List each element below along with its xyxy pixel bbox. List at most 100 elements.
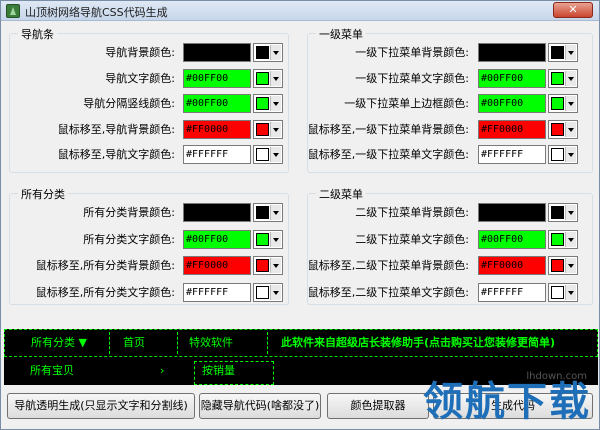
chevron-down-icon[interactable]	[270, 232, 281, 247]
generate-transparent-button[interactable]: 导航透明生成(只显示文字和分割线)	[7, 393, 195, 419]
chevron-down-icon[interactable]	[565, 205, 576, 220]
nav-separator	[177, 332, 178, 354]
all-color-field[interactable]: #00FF00	[183, 230, 251, 249]
menu1-row-label: 一级下拉菜单背景颜色:	[355, 46, 469, 59]
color-swatch	[551, 72, 564, 85]
color-swatch	[256, 259, 269, 272]
color-swatch	[551, 123, 564, 136]
chevron-down-icon[interactable]	[565, 285, 576, 300]
nav-row-label: 导航文字颜色:	[105, 72, 175, 85]
nav-color-field[interactable]: #00FF00	[183, 69, 251, 88]
chevron-down-icon[interactable]	[565, 71, 576, 86]
menu2-color-picker[interactable]	[548, 283, 578, 302]
nav-row-label: 导航分隔竖线颜色:	[83, 97, 175, 110]
color-picker-button[interactable]: 颜色提取器	[327, 393, 429, 419]
chevron-down-icon[interactable]	[270, 205, 281, 220]
chevron-down-icon[interactable]	[565, 232, 576, 247]
chevron-down-icon[interactable]	[270, 258, 281, 273]
color-swatch	[551, 206, 564, 219]
menu2-color-field[interactable]: #FF0000	[478, 256, 546, 275]
menu1-row-label: 鼠标移至,一级下拉菜单背景颜色:	[307, 123, 469, 136]
color-swatch	[256, 233, 269, 246]
color-swatch	[256, 148, 269, 161]
menu1-color-picker[interactable]	[548, 145, 578, 164]
submenu-item-by-sales[interactable]: 按销量	[202, 357, 235, 385]
menu1-color-picker[interactable]	[548, 43, 578, 62]
nav-item-all-categories[interactable]: 所有分类 ▼	[31, 330, 87, 356]
preview-navbar: 所有分类 ▼ 首页 特效软件 此软件来自超级店长装修助手(点击购买让您装修更简单…	[4, 329, 598, 357]
nav-color-field[interactable]: #FF0000	[183, 120, 251, 139]
window-title: 山顶树网络导航CSS代码生成	[25, 6, 168, 19]
all-row-label: 鼠标移至,所有分类背景颜色:	[35, 259, 175, 272]
all-color-picker[interactable]	[253, 230, 283, 249]
nav-color-field[interactable]	[183, 43, 251, 62]
all-color-field[interactable]	[183, 203, 251, 222]
nav-color-picker[interactable]	[253, 145, 283, 164]
chevron-down-icon[interactable]	[565, 45, 576, 60]
all-row-label: 鼠标移至,所有分类文字颜色:	[35, 286, 175, 299]
all-color-field[interactable]: #FFFFFF	[183, 283, 251, 302]
chevron-down-icon[interactable]	[565, 96, 576, 111]
menu2-color-picker[interactable]	[548, 230, 578, 249]
nav-row-label: 鼠标移至,导航背景颜色:	[57, 123, 175, 136]
group-nav-title: 导航条	[18, 26, 57, 42]
menu1-color-picker[interactable]	[548, 69, 578, 88]
nav-color-picker[interactable]	[253, 120, 283, 139]
nav-color-picker[interactable]	[253, 43, 283, 62]
nav-row-label: 鼠标移至,导航文字颜色:	[57, 148, 175, 161]
group-menu2-title: 二级菜单	[316, 186, 366, 202]
chevron-down-icon[interactable]	[270, 96, 281, 111]
all-row-label: 所有分类文字颜色:	[83, 233, 175, 246]
chevron-down-icon[interactable]	[565, 147, 576, 162]
all-color-picker[interactable]	[253, 283, 283, 302]
group-menu1-title: 一级菜单	[316, 26, 366, 42]
chevron-down-icon[interactable]	[270, 285, 281, 300]
chevron-down-icon[interactable]	[565, 122, 576, 137]
all-color-picker[interactable]	[253, 256, 283, 275]
nav-color-picker[interactable]	[253, 94, 283, 113]
menu1-color-picker[interactable]	[548, 120, 578, 139]
menu2-color-field[interactable]: #FFFFFF	[478, 283, 546, 302]
title-bar: 山顶树网络导航CSS代码生成 ✕	[1, 1, 599, 21]
chevron-down-icon[interactable]	[565, 258, 576, 273]
menu1-color-field[interactable]: #FFFFFF	[478, 145, 546, 164]
menu1-color-picker[interactable]	[548, 94, 578, 113]
nav-item-effects[interactable]: 特效软件	[189, 330, 233, 356]
all-color-picker[interactable]	[253, 203, 283, 222]
nav-row-label: 导航背景颜色:	[105, 46, 175, 59]
menu2-color-picker[interactable]	[548, 256, 578, 275]
submenu-item-all-products[interactable]: 所有宝贝	[30, 357, 74, 385]
menu1-row-label: 一级下拉菜单文字颜色:	[355, 72, 469, 85]
close-button[interactable]: ✕	[553, 2, 593, 18]
menu1-color-field[interactable]: #00FF00	[478, 94, 546, 113]
nav-separator	[109, 332, 110, 354]
nav-item-home[interactable]: 首页	[123, 330, 145, 356]
app-logo-icon	[6, 4, 20, 18]
color-swatch	[256, 46, 269, 59]
chevron-down-icon[interactable]	[270, 71, 281, 86]
nav-color-field[interactable]: #00FF00	[183, 94, 251, 113]
menu2-color-picker[interactable]	[548, 203, 578, 222]
chevron-down-icon[interactable]	[270, 45, 281, 60]
chevron-down-icon[interactable]	[270, 147, 281, 162]
menu2-color-field[interactable]: #00FF00	[478, 230, 546, 249]
menu2-color-field[interactable]	[478, 203, 546, 222]
color-swatch	[256, 97, 269, 110]
menu1-color-field[interactable]: #00FF00	[478, 69, 546, 88]
menu1-color-field[interactable]	[478, 43, 546, 62]
nav-item-promo[interactable]: 此软件来自超级店长装修助手(点击购买让您装修更简单)	[281, 330, 555, 356]
color-swatch	[551, 97, 564, 110]
nav-separator	[267, 332, 268, 354]
color-swatch	[551, 233, 564, 246]
menu1-color-field[interactable]: #FF0000	[478, 120, 546, 139]
color-swatch	[256, 206, 269, 219]
hide-nav-code-button[interactable]: 隐藏导航代码(啥都没了)	[199, 393, 321, 419]
color-swatch	[256, 123, 269, 136]
menu2-row-label: 鼠标移至,二级下拉菜单文字颜色:	[307, 286, 469, 299]
color-swatch	[551, 46, 564, 59]
menu1-row-label: 鼠标移至,一级下拉菜单文字颜色:	[307, 148, 469, 161]
chevron-down-icon[interactable]	[270, 122, 281, 137]
nav-color-field[interactable]: #FFFFFF	[183, 145, 251, 164]
nav-color-picker[interactable]	[253, 69, 283, 88]
all-color-field[interactable]: #FF0000	[183, 256, 251, 275]
